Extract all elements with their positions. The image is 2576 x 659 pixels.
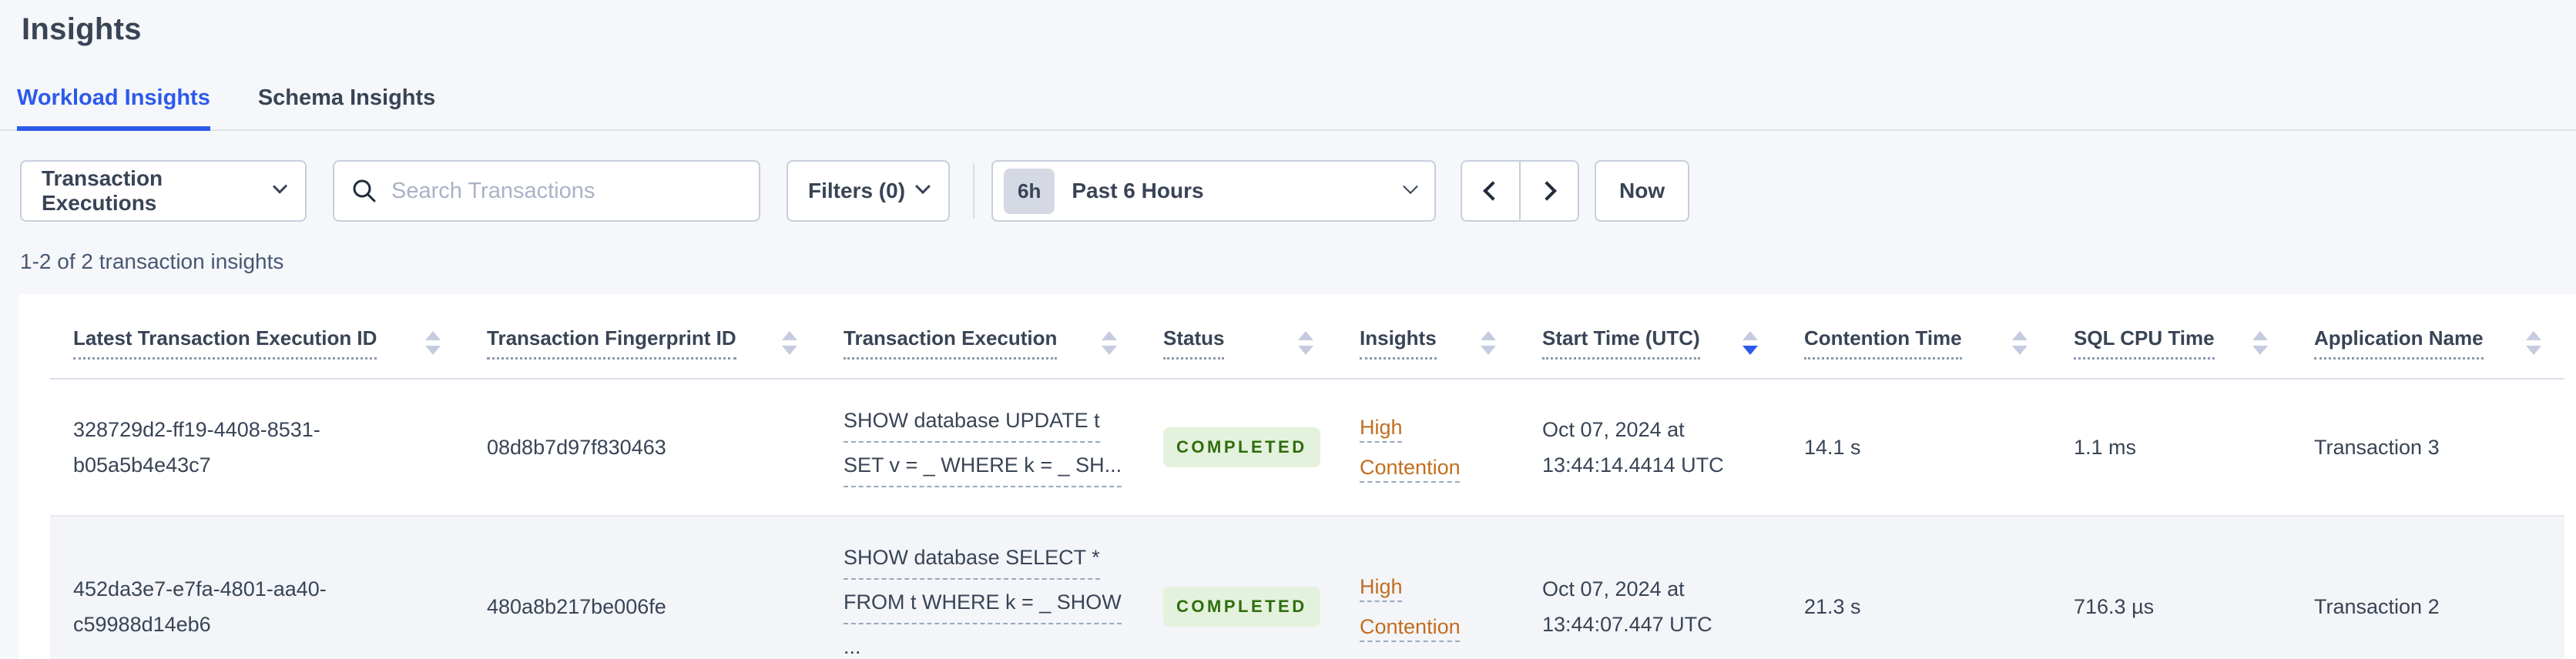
column-header-start-time[interactable]: Start Time (UTC)	[1542, 326, 1700, 360]
sort-icon[interactable]	[425, 331, 441, 355]
cell-application-name: Transaction 2	[2291, 515, 2564, 659]
column-header-transaction-execution[interactable]: Transaction Execution	[844, 326, 1058, 360]
column-header-latest-transaction-execution-id[interactable]: Latest Transaction Execution ID	[73, 326, 377, 360]
cell-contention-time: 14.1 s	[1804, 436, 1861, 459]
cell-latest-execution-id: 452da3e7-e7fa-4801-aa40-c59988d14eb6	[50, 515, 464, 659]
table-header-row: Latest Transaction Execution ID Transact…	[50, 294, 2564, 380]
transaction-query-link[interactable]: SHOW database SELECT * FROM t WHERE k = …	[844, 546, 1122, 658]
cell-application-name: Transaction 3	[2314, 436, 2440, 459]
cell-sql-cpu-time: 1.1 ms	[2074, 436, 2137, 459]
chevron-down-icon	[1403, 179, 1418, 195]
sort-icon[interactable]	[2252, 331, 2268, 355]
chevron-left-icon	[1483, 181, 1503, 201]
next-range-button[interactable]	[1519, 160, 1580, 222]
search-box	[333, 160, 760, 222]
time-range-label: Past 6 Hours	[1072, 179, 1204, 202]
table-row: 452da3e7-e7fa-4801-aa40-c59988d14eb6 480…	[50, 515, 2564, 659]
toolbar: Transaction Executions Filters (0) 6h Pa…	[20, 160, 2576, 222]
sort-icon[interactable]	[2526, 331, 2541, 355]
cell-status: COMPLETED	[1140, 515, 1337, 659]
sort-icon[interactable]	[1102, 331, 1117, 355]
cell-fingerprint-id: 08d8b7d97f830463	[487, 436, 666, 459]
sort-icon[interactable]	[1298, 331, 1313, 355]
status-badge: COMPLETED	[1163, 427, 1320, 467]
cell-transaction-execution: SHOW database SELECT * FROM t WHERE k = …	[820, 515, 1140, 659]
cell-latest-execution-id: 328729d2-ff19-4408-8531-b05a5b4e43c7	[73, 418, 320, 477]
time-range-nav	[1461, 160, 1580, 222]
transaction-query-link[interactable]: SHOW database UPDATE t SET v = _ WHERE k…	[844, 409, 1122, 487]
cell-fingerprint-id: 480a8b217be006fe	[464, 515, 820, 659]
sort-icon[interactable]	[1481, 331, 1496, 355]
cell-start-time: Oct 07, 2024 at 13:44:14.4414 UTC	[1542, 418, 1724, 477]
previous-range-button[interactable]	[1461, 160, 1521, 222]
sort-icon[interactable]	[2012, 331, 2028, 355]
page-title: Insights	[22, 12, 142, 46]
cell-insights: High Contention	[1337, 515, 1519, 659]
cell-start-time: Oct 07, 2024 at 13:44:07.447 UTC	[1519, 515, 1781, 659]
chevron-down-icon	[272, 179, 288, 194]
filters-button-label: Filters (0)	[808, 179, 906, 202]
tab-schema-insights[interactable]: Schema Insights	[258, 85, 435, 131]
filters-button[interactable]: Filters (0)	[787, 160, 951, 222]
time-range-badge: 6h	[1004, 168, 1055, 214]
search-input[interactable]	[391, 178, 742, 204]
insight-link[interactable]: High Contention	[1360, 416, 1461, 479]
transaction-insights-table: Latest Transaction Execution ID Transact…	[50, 294, 2564, 659]
tab-workload-insights[interactable]: Workload Insights	[17, 85, 210, 131]
results-count-caption: 1-2 of 2 transaction insights	[20, 249, 284, 273]
column-header-contention-time[interactable]: Contention Time	[1804, 326, 1962, 360]
search-icon	[353, 179, 376, 202]
column-header-transaction-fingerprint-id[interactable]: Transaction Fingerprint ID	[487, 326, 736, 360]
chevron-right-icon	[1537, 181, 1557, 201]
workload-type-select[interactable]: Transaction Executions	[20, 160, 307, 222]
sort-icon-active-desc[interactable]	[1742, 331, 1758, 355]
cell-sql-cpu-time: 716.3 µs	[2051, 515, 2291, 659]
chevron-down-icon	[915, 179, 931, 195]
table-row: 328729d2-ff19-4408-8531-b05a5b4e43c7 08d…	[50, 379, 2564, 516]
workload-type-select-label: Transaction Executions	[42, 166, 163, 215]
status-badge: COMPLETED	[1163, 587, 1320, 627]
sort-icon[interactable]	[782, 331, 797, 355]
column-header-application-name[interactable]: Application Name	[2314, 326, 2484, 360]
time-range-picker[interactable]: 6h Past 6 Hours	[991, 160, 1437, 222]
cell-contention-time: 21.3 s	[1781, 515, 2051, 659]
cell-status: COMPLETED	[1140, 379, 1337, 516]
now-button-label: Now	[1619, 179, 1665, 202]
insight-link[interactable]: High Contention	[1360, 575, 1461, 638]
tab-bar: Workload Insights Schema Insights	[0, 85, 2576, 131]
toolbar-divider	[973, 163, 975, 219]
insights-page: Insights Workload Insights Schema Insigh…	[0, 0, 2576, 659]
cell-transaction-execution: SHOW database UPDATE t SET v = _ WHERE k…	[820, 379, 1140, 516]
column-header-sql-cpu-time[interactable]: SQL CPU Time	[2074, 326, 2215, 360]
insights-table-card: Latest Transaction Execution ID Transact…	[18, 294, 2576, 659]
cell-insights: High Contention	[1337, 379, 1519, 516]
now-button[interactable]: Now	[1595, 160, 1690, 222]
column-header-insights[interactable]: Insights	[1360, 326, 1437, 360]
column-header-status[interactable]: Status	[1163, 326, 1225, 360]
